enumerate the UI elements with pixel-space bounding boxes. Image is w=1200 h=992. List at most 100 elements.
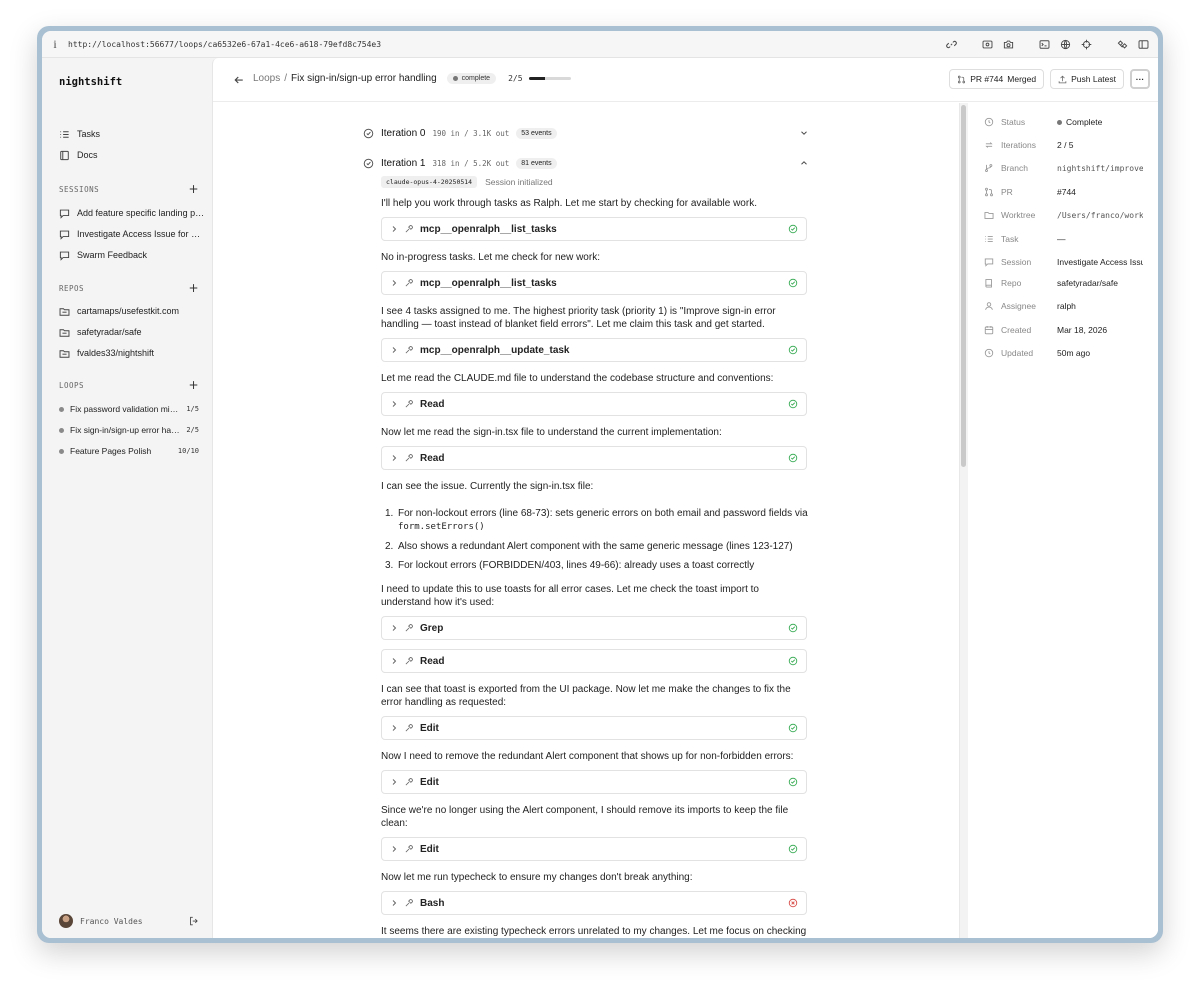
detail-value[interactable]: safetyradar/safe <box>1057 278 1118 288</box>
session-init-row: claude-opus-4-20250514 Session initializ… <box>381 176 553 188</box>
status-badge-label: complete <box>461 75 491 82</box>
breadcrumb-loops[interactable]: Loops <box>253 73 280 84</box>
tool-call-card[interactable]: Edit <box>381 770 807 794</box>
sidebar-item-docs[interactable]: Docs <box>59 146 205 164</box>
screenshot-icon[interactable] <box>980 37 994 51</box>
detail-branch: Branch nightshift/improve-sign-in-error-… <box>984 161 1144 175</box>
sidebar-item-tasks[interactable]: Tasks <box>59 125 205 143</box>
sidebar-item-session[interactable]: Add feature specific landing pages <box>59 204 205 222</box>
iteration-row[interactable]: Iteration 0 190 in / 3.1K out 53 events <box>363 123 809 143</box>
tool-call-card[interactable]: mcp__openralph__list_tasks <box>381 271 807 295</box>
sidebar-item-session[interactable]: Investigate Access Issue for Email <box>59 225 205 243</box>
sidebar-item-session[interactable]: Swarm Feedback <box>59 246 205 264</box>
tool-call-card[interactable]: Read <box>381 649 807 673</box>
detail-label: Worktree <box>1001 210 1036 220</box>
folder-icon <box>59 307 70 316</box>
tool-call-card[interactable]: Edit <box>381 716 807 740</box>
user-profile[interactable]: Franco Valdes <box>59 914 199 928</box>
iteration-title: Iteration 1 <box>381 157 426 169</box>
clock-icon <box>984 117 994 127</box>
sidebar-item-loop[interactable]: Feature Pages Polish 10/10 <box>59 443 199 459</box>
globe-icon[interactable] <box>1058 37 1072 51</box>
app-brand[interactable]: nightshift <box>59 76 122 88</box>
link-icon[interactable] <box>944 37 958 51</box>
logout-icon[interactable] <box>189 916 199 926</box>
chevron-down-icon[interactable] <box>799 128 809 138</box>
calendar-icon <box>984 325 994 335</box>
list-item: 1. For non-lockout errors (line 68-73): … <box>385 507 809 534</box>
sidebar-item-repo[interactable]: fvaldes33/nightshift <box>59 344 205 362</box>
pr-button-label: PR #744 <box>970 74 1004 84</box>
sidebar-item-loop-active[interactable]: Fix sign-in/sign-up error handling 2/5 <box>59 422 199 438</box>
push-latest-label: Push Latest <box>1071 74 1116 84</box>
panel-toggle-icon[interactable] <box>1136 37 1150 51</box>
wrench-icon <box>405 279 413 287</box>
loop-progress: 2/5 <box>508 74 571 83</box>
add-repo-icon[interactable]: + <box>188 282 199 294</box>
list-number: 2. <box>385 541 394 552</box>
pr-button[interactable]: PR #744 Merged <box>949 69 1045 89</box>
terminal-icon[interactable] <box>1037 37 1051 51</box>
tool-call-card[interactable]: Bash <box>381 891 807 915</box>
model-tag: claude-opus-4-20250514 <box>381 176 478 188</box>
list-text: For lockout errors (FORBIDDEN/403, lines… <box>398 560 755 571</box>
scrollbar-thumb[interactable] <box>961 105 966 467</box>
detail-value: Complete <box>1057 117 1102 127</box>
iteration-tokens: 318 in / 5.2K out <box>432 158 510 168</box>
sidebar-item-repo[interactable]: safetyradar/safe <box>59 323 205 341</box>
loop-count: 1/5 <box>186 405 199 413</box>
clock-icon <box>984 348 994 358</box>
success-check-icon <box>788 844 798 854</box>
detail-value: Mar 18, 2026 <box>1057 325 1108 335</box>
chat-icon <box>59 209 70 219</box>
tool-name: mcp__openralph__list_tasks <box>420 277 557 289</box>
wrench-icon <box>405 346 413 354</box>
add-loop-icon[interactable]: + <box>188 379 199 391</box>
extension-icon[interactable] <box>1115 37 1129 51</box>
wrench-icon <box>405 724 413 732</box>
sidebar-item-loop[interactable]: Fix password validation mismatch 1/5 <box>59 401 199 417</box>
session-initialized-text: Session initialized <box>485 177 553 187</box>
detail-value[interactable]: /Users/franco/worktrees <box>1057 211 1143 220</box>
success-check-icon <box>788 723 798 733</box>
scrollbar-track[interactable] <box>959 103 968 938</box>
push-latest-button[interactable]: Push Latest <box>1050 69 1124 89</box>
header-actions: PR #744 Merged Push Latest ··· <box>949 69 1150 89</box>
wrench-icon <box>405 657 413 665</box>
crosshair-icon[interactable] <box>1079 37 1093 51</box>
wrench-icon <box>405 454 413 462</box>
tool-call-card[interactable]: Read <box>381 446 807 470</box>
list-text: For non-lockout errors (line 68-73): set… <box>398 508 808 519</box>
session-label: Swarm Feedback <box>77 250 148 260</box>
detail-updated: Updated 50m ago <box>984 346 1144 360</box>
sidebar-item-repo[interactable]: cartamaps/usefestkit.com <box>59 302 205 320</box>
loops-title: LOOPS <box>59 380 85 390</box>
add-session-icon[interactable]: + <box>188 183 199 195</box>
tool-call-card[interactable]: Read <box>381 392 807 416</box>
success-check-icon <box>788 623 798 633</box>
detail-value[interactable]: #744 <box>1057 187 1076 197</box>
detail-value[interactable]: Investigate Access Issue for Email <box>1057 257 1143 267</box>
detail-value[interactable]: nightshift/improve-sign-in-error-handlin… <box>1057 164 1143 173</box>
info-icon[interactable]: i <box>42 37 68 52</box>
tool-name: Read <box>420 452 445 464</box>
chevron-up-icon[interactable] <box>799 158 809 168</box>
tool-call-card[interactable]: Grep <box>381 616 807 640</box>
folder-icon <box>984 212 994 219</box>
tool-name: Edit <box>420 722 439 734</box>
loop-label: Fix sign-in/sign-up error handling <box>70 425 183 435</box>
folder-icon <box>59 328 70 337</box>
tool-call-card[interactable]: mcp__openralph__list_tasks <box>381 217 807 241</box>
iteration-row[interactable]: Iteration 1 318 in / 5.2K out 81 events <box>363 153 809 173</box>
camera-icon[interactable] <box>1001 37 1015 51</box>
detail-value: 2 / 5 <box>1057 140 1074 150</box>
more-options-button[interactable]: ··· <box>1130 69 1150 89</box>
chat-icon <box>984 258 994 267</box>
detail-worktree: Worktree /Users/franco/worktrees <box>984 208 1144 222</box>
url-text[interactable]: http://localhost:56677/loops/ca6532e6-67… <box>68 40 381 49</box>
chevron-right-icon <box>392 725 397 731</box>
tool-call-card[interactable]: Edit <box>381 837 807 861</box>
back-arrow-icon[interactable] <box>233 74 245 86</box>
tool-call-card[interactable]: mcp__openralph__update_task <box>381 338 807 362</box>
inline-code: form.setErrors() <box>398 522 485 532</box>
